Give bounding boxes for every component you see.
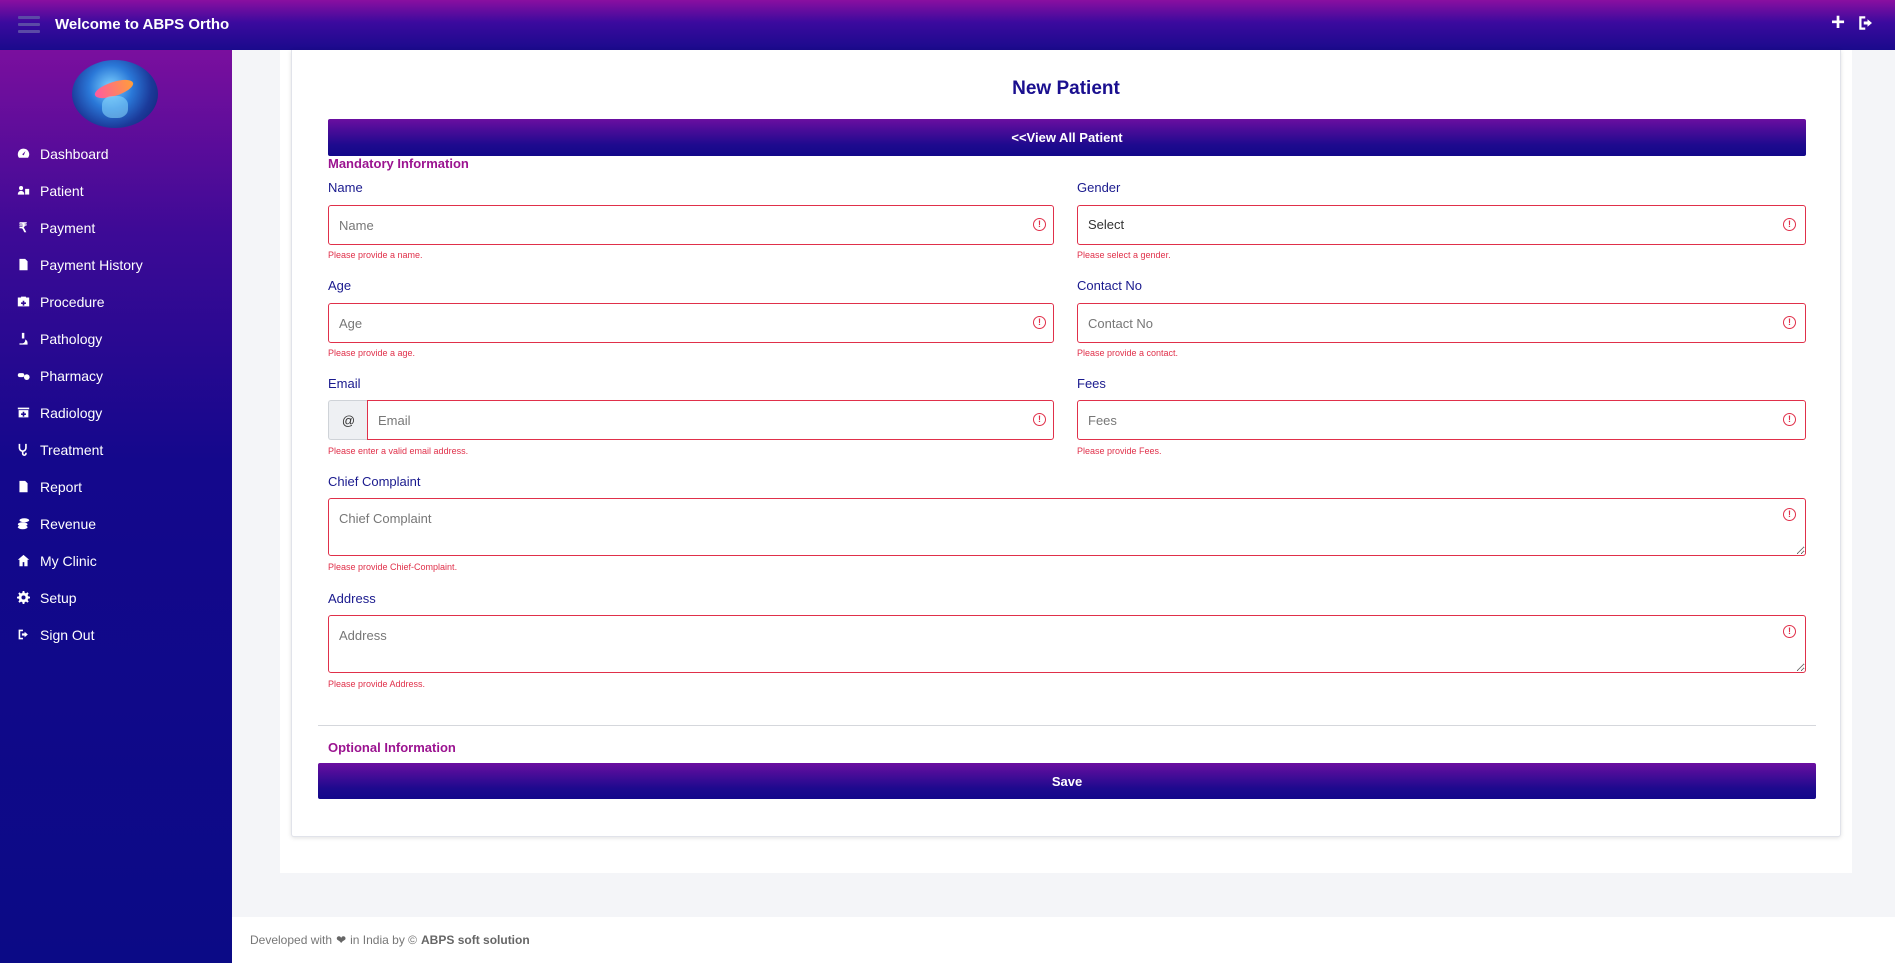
sidebar-item-label: Treatment [40,441,104,458]
sidebar-item-patient[interactable]: Patient [0,172,232,209]
section-divider [318,725,1816,726]
gender-select[interactable]: Select [1077,205,1806,245]
file-icon [16,258,30,272]
email-error: Please enter a valid email address. [328,446,469,456]
fees-error: Please provide Fees. [1077,446,1162,456]
sidebar-item-sign-out[interactable]: Sign Out [0,616,232,653]
sidebar-item-label: Patient [40,182,84,199]
stethoscope-icon [16,443,30,457]
fees-input[interactable] [1077,400,1806,440]
heart-icon: ❤ [336,933,347,947]
sign-out-icon [16,628,30,642]
new-patient-card: New Patient <<View All Patient Mandatory… [291,50,1841,837]
sidebar-nav: Dashboard Patient ₹ Payment Payment Hist… [0,135,232,653]
sidebar-item-radiology[interactable]: Radiology [0,394,232,431]
sidebar-item-label: Setup [40,589,77,606]
mandatory-section-title: Mandatory Information [328,156,469,171]
sidebar-item-pharmacy[interactable]: Pharmacy [0,357,232,394]
clinic-icon [16,406,30,420]
sidebar-item-dashboard[interactable]: Dashboard [0,135,232,172]
sidebar-item-payment[interactable]: ₹ Payment [0,209,232,246]
age-error: Please provide a age. [328,348,416,358]
address-label: Address [328,591,376,606]
sidebar-item-payment-history[interactable]: Payment History [0,246,232,283]
file-icon [16,480,30,494]
fees-label: Fees [1077,376,1106,391]
footer: Developed with ❤ in India by © ABPS soft… [232,917,1895,963]
sidebar-item-my-clinic[interactable]: My Clinic [0,542,232,579]
hamburger-menu-icon[interactable] [18,16,40,34]
sidebar-item-treatment[interactable]: Treatment [0,431,232,468]
address-textarea[interactable] [328,615,1806,673]
sidebar-item-procedure[interactable]: Procedure [0,283,232,320]
sidebar-item-label: Report [40,478,83,495]
sidebar-item-revenue[interactable]: Revenue [0,505,232,542]
sidebar-item-setup[interactable]: Setup [0,579,232,616]
error-icon: ! [1783,413,1796,426]
rupee-icon: ₹ [18,219,28,235]
patient-icon [16,184,30,198]
save-button[interactable]: Save [318,763,1816,799]
sidebar-item-label: Pharmacy [40,367,104,384]
error-icon: ! [1783,218,1796,231]
app-title: Welcome to ABPS Ortho [55,16,230,33]
sign-out-icon[interactable] [1857,14,1875,32]
age-label: Age [328,278,352,293]
email-label: Email [328,376,361,391]
clinic-logo [72,60,158,128]
coins-icon [16,517,30,531]
sidebar-item-label: Pathology [40,330,103,347]
contact-label: Contact No [1077,278,1143,293]
sidebar-item-label: Revenue [40,515,97,532]
name-label: Name [328,180,363,195]
gender-select-value: Select [1088,217,1125,232]
address-error: Please provide Address. [328,679,426,689]
home-icon [16,554,30,568]
email-input[interactable] [367,400,1054,440]
error-icon: ! [1783,508,1796,521]
chief-complaint-error: Please provide Chief-Complaint. [328,562,458,572]
age-input[interactable] [328,303,1054,343]
name-error: Please provide a name. [328,250,423,260]
sidebar-item-report[interactable]: Report [0,468,232,505]
sidebar-item-label: Payment [40,219,96,236]
sidebar-item-pathology[interactable]: Pathology [0,320,232,357]
dashboard-icon [16,147,30,161]
error-icon: ! [1033,316,1046,329]
sidebar-item-label: Radiology [40,404,103,421]
microscope-icon [16,332,30,346]
view-all-patient-button[interactable]: <<View All Patient [328,119,1806,156]
medkit-icon [16,295,30,309]
gear-icon [16,591,30,605]
sidebar-item-label: My Clinic [40,552,97,569]
email-prefix: @ [328,400,368,440]
optional-section-title[interactable]: Optional Information [328,740,456,755]
sidebar-item-label: Payment History [40,256,143,273]
page-title: New Patient [1012,78,1120,99]
sidebar: Dashboard Patient ₹ Payment Payment Hist… [0,50,232,963]
contact-input[interactable] [1077,303,1806,343]
sidebar-item-label: Sign Out [40,626,95,643]
footer-prefix: Developed with [250,933,333,947]
sidebar-item-label: Procedure [40,293,105,310]
error-icon: ! [1783,316,1796,329]
contact-error: Please provide a contact. [1077,348,1179,358]
pills-icon [16,369,30,383]
top-bar: Welcome to ABPS Ortho + [0,0,1895,50]
error-icon: ! [1033,218,1046,231]
plus-icon[interactable]: + [1831,11,1845,35]
chief-complaint-label: Chief Complaint [328,474,421,489]
name-input[interactable] [328,205,1054,245]
gender-error: Please select a gender. [1077,250,1171,260]
error-icon: ! [1783,625,1796,638]
footer-middle: in India by © [350,933,418,947]
footer-company: ABPS soft solution [421,933,530,947]
sidebar-item-label: Dashboard [40,145,109,162]
chief-complaint-textarea[interactable] [328,498,1806,556]
error-icon: ! [1033,413,1046,426]
gender-label: Gender [1077,180,1121,195]
